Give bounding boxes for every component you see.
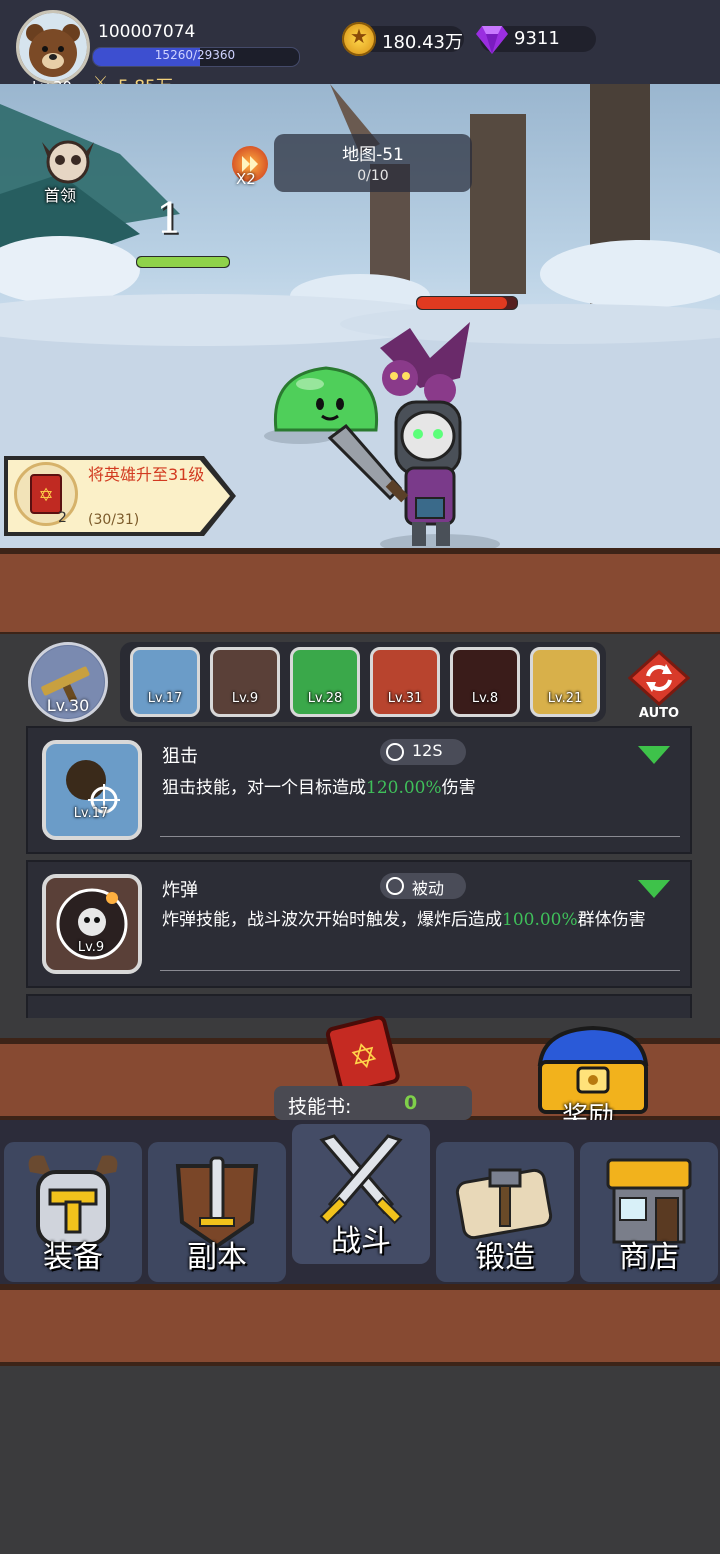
hero-hp-bar	[136, 256, 230, 268]
skill-slot-level: Lv.31	[387, 691, 423, 706]
skillbook-count: 0	[404, 1092, 418, 1114]
nav-equipment-label: 装备	[43, 1240, 103, 1275]
skill-card-partial[interactable]	[26, 994, 692, 1018]
skill-thumb-level: Lv.9	[77, 940, 105, 955]
skill-name: 狙击	[162, 746, 198, 767]
crosshair-icon	[66, 760, 120, 816]
skill-slot-bomb[interactable]	[210, 647, 280, 717]
player-id: 100007074	[98, 22, 196, 42]
wood-divider-bottom	[0, 1284, 720, 1368]
bear-avatar-icon	[19, 13, 87, 81]
desc-text: 炸弹技能，战斗波次开始时触发，爆炸后造成	[162, 910, 502, 930]
gem-amount: 9311	[514, 28, 560, 49]
speed-multiplier: X2	[236, 170, 256, 188]
nav-forge-label: 锻造	[475, 1240, 535, 1275]
expand-chevron-icon[interactable]	[638, 880, 670, 898]
xp-text: 15260/29360	[154, 48, 236, 62]
divider	[160, 836, 680, 837]
desc-text: 群体伤害	[577, 910, 646, 930]
skill-description: 炸弹技能，战斗波次开始时触发，爆炸后造成100.00%群体伤害	[162, 908, 682, 932]
quest-progress: (30/31)	[88, 512, 140, 528]
skill-slot-heal[interactable]	[290, 647, 360, 717]
desc-text: 伤害	[441, 778, 476, 798]
hero-hp-fill	[137, 257, 229, 267]
skill-slot-level: Lv.8	[471, 691, 499, 706]
purple-gem-icon	[476, 26, 508, 54]
skill-slot-sniper[interactable]	[130, 647, 200, 717]
skill-cooldown: 12S	[412, 741, 443, 760]
damage-number: 1	[156, 194, 183, 243]
skill-thumb-level: Lv.17	[73, 806, 109, 821]
svg-text:✡: ✡	[38, 485, 53, 506]
quest-book-count: 2	[58, 510, 67, 526]
quest-book-icon: ✡	[14, 462, 78, 526]
wood-divider-top	[0, 548, 720, 638]
clock-icon	[386, 743, 404, 761]
skill-slot-level: Lv.9	[231, 691, 259, 706]
skill-name: 炸弹	[162, 880, 198, 901]
skillbook-icon[interactable]: ✡	[320, 1016, 408, 1096]
skill-slot-level: Lv.28	[307, 691, 343, 706]
enemy-hp-bar	[416, 296, 518, 310]
skill-slot-lightning[interactable]	[530, 647, 600, 717]
auto-refresh-icon[interactable]	[628, 650, 690, 706]
skillbook-label: 技能书:	[288, 1096, 352, 1118]
skill-slot-fireball[interactable]	[450, 647, 520, 717]
skill-thumb-sniper	[42, 740, 142, 840]
skill-slot-level: Lv.17	[147, 691, 183, 706]
skill-slot-level: Lv.21	[547, 691, 583, 706]
skill-description: 狙击技能，对一个目标造成120.00%伤害	[162, 776, 682, 800]
auto-label: AUTO	[638, 706, 680, 721]
hero-weapon-level: Lv.30	[46, 696, 90, 715]
desc-value: 120.00%	[366, 778, 442, 798]
expand-chevron-icon[interactable]	[638, 746, 670, 764]
nav-shop-label: 商店	[619, 1240, 679, 1275]
divider	[160, 970, 680, 971]
bomb-skull-icon	[56, 888, 128, 960]
clock-icon	[386, 877, 404, 895]
nav-dungeon-label: 副本	[187, 1240, 247, 1275]
desc-value: 100.00%	[502, 910, 578, 930]
skill-cooldown: 被动	[412, 879, 445, 898]
enemy-hp-fill	[417, 297, 507, 309]
player-avatar[interactable]	[16, 10, 90, 84]
skill-slot-rage[interactable]	[370, 647, 440, 717]
desc-text: 狙击技能，对一个目标造成	[162, 778, 366, 798]
skill-thumb-bomb	[42, 874, 142, 974]
map-title: 地图-51	[342, 145, 404, 165]
gold-amount: 180.43万	[382, 32, 463, 53]
map-progress: 0/10	[357, 168, 389, 184]
nav-battle-label: 战斗	[331, 1224, 391, 1259]
skeleton-knight-enemy	[327, 322, 470, 546]
quest-text: 将英雄升至31级	[88, 465, 205, 484]
boss-label: 首领	[44, 186, 77, 205]
coin-star-icon: ★	[350, 24, 368, 48]
bottom-empty-area	[0, 1366, 720, 1554]
